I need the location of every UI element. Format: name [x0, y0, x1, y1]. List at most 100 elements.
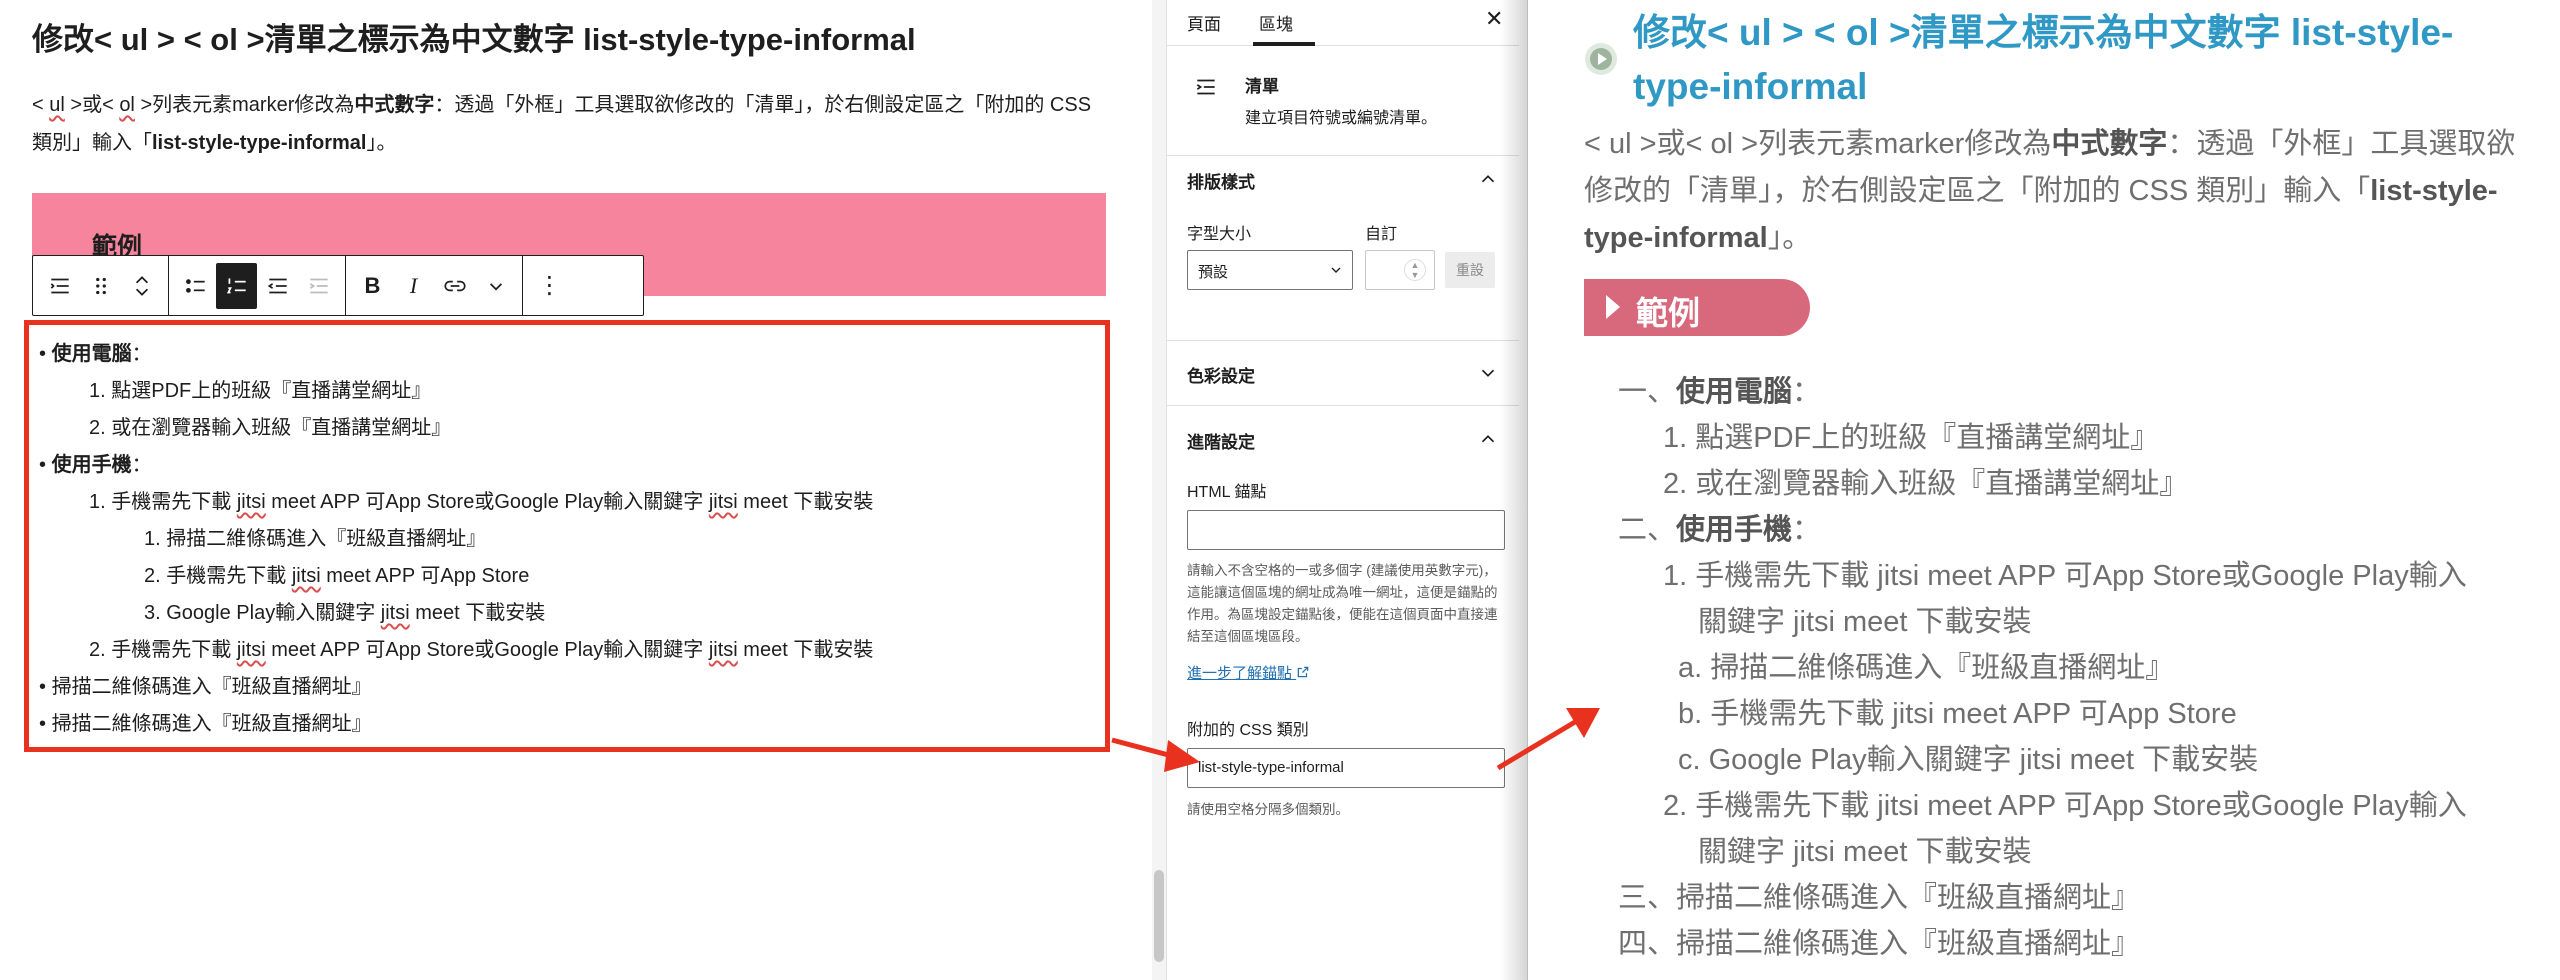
toolbar-group-block	[33, 256, 169, 315]
list-item-text: ：	[1792, 514, 1822, 546]
list-marker: 1.	[89, 491, 106, 513]
list-item-text: 手機需先下載	[111, 491, 237, 513]
list-item[interactable]: 1. 手機需先下載 jitsi meet APP 可App Store或Goog…	[89, 485, 873, 514]
divider	[1167, 405, 1519, 406]
editor-scrollbar[interactable]	[1152, 0, 1166, 980]
para-bold-1: 中式數字	[354, 94, 435, 116]
list-marker: 四、	[1618, 928, 1677, 960]
divider	[1167, 340, 1519, 341]
settings-sidebar: 頁面 區塊 ✕ 清單 建立項目符號或編號清單。 排版樣式 字型大小 自訂 預設 …	[1166, 0, 1519, 980]
list-item[interactable]: • 掃描二維條碼進入『班級直播網址』	[39, 670, 372, 699]
preview-para-bold: 中式數字	[2051, 128, 2168, 160]
indent-icon[interactable]	[298, 263, 339, 309]
list-item[interactable]: • 掃描二維條碼進入『班級直播網址』	[39, 707, 372, 736]
list-item[interactable]: • 使用電腦：	[39, 337, 152, 366]
list-item-text: 手機需先下載	[166, 565, 292, 587]
selected-list-highlight[interactable]: • 使用電腦： 1. 點選PDF上的班級『直播講堂網址』 2. 或在瀏覽器輸入班…	[24, 320, 1110, 752]
para-text-5: 」。	[366, 132, 397, 154]
preview-list-item: 二、使用手機：	[1618, 506, 1821, 548]
list-item-word: jitsi	[380, 602, 410, 624]
preview-para-text: 」。	[1767, 222, 1812, 254]
list-marker: 2.	[144, 565, 161, 587]
block-toolbar: B I ⋮	[32, 255, 644, 316]
para-text-2: >或<	[64, 94, 120, 116]
reset-button[interactable]: 重設	[1445, 252, 1495, 288]
para-text-1: <	[32, 94, 50, 116]
list-item-text: meet APP 可App Store	[320, 565, 530, 587]
link-icon[interactable]	[434, 263, 475, 309]
toolbar-group-options: ⋮	[523, 256, 576, 315]
list-item[interactable]: • 使用手機：	[39, 448, 152, 477]
list-marker: •	[39, 454, 47, 476]
preview-title: 修改< ul > < ol >清單之標示為中文數字 list-style-typ…	[1633, 12, 2454, 107]
preview-list-item: 1. 手機需先下載 jitsi meet APP 可App Store或Goog…	[1663, 552, 2467, 594]
chevron-down-icon[interactable]	[1477, 362, 1499, 384]
block-card: 清單 建立項目符號或編號清單。	[1167, 46, 1519, 156]
list-marker: 2.	[89, 639, 106, 661]
list-marker: 3.	[144, 602, 161, 624]
list-item-word: jitsi	[236, 639, 266, 661]
example-badge: 範例	[1584, 279, 1810, 336]
spinner-icon[interactable]: ▲ ▼	[1404, 259, 1426, 281]
list-item[interactable]: 2. 或在瀏覽器輸入班級『直播講堂網址』	[89, 411, 451, 440]
list-item-text: 手機需先下載 jitsi meet APP 可App Store或Google …	[1695, 560, 2467, 592]
post-title[interactable]: 修改< ul > < ol >清單之標示為中文數字 list-style-typ…	[32, 14, 916, 59]
custom-size-input[interactable]: ▲ ▼	[1365, 250, 1435, 290]
play-circle-icon	[1585, 43, 1617, 75]
preview-list-item: 1. 點選PDF上的班級『直播講堂網址』	[1663, 414, 2159, 456]
panel-shadow	[1500, 0, 1530, 980]
italic-button[interactable]: I	[393, 263, 434, 309]
scrollbar-thumb[interactable]	[1154, 870, 1164, 962]
list-item[interactable]: 3. Google Play輸入關鍵字 jitsi meet 下載安裝	[144, 596, 545, 625]
options-button[interactable]: ⋮	[529, 263, 570, 309]
tab-page[interactable]: 頁面	[1187, 10, 1221, 35]
advanced-panel-heading[interactable]: 進階設定	[1187, 428, 1255, 453]
bold-button[interactable]: B	[352, 263, 393, 309]
preview-list-item: 一、使用電腦：	[1618, 368, 1821, 410]
css-class-help: 請使用空格分隔多個類別。	[1187, 802, 1349, 817]
list-marker: 2.	[1663, 790, 1688, 822]
chevron-up-icon[interactable]	[1477, 428, 1499, 450]
drag-handle-icon[interactable]	[80, 263, 121, 309]
typography-panel-heading[interactable]: 排版樣式	[1187, 168, 1255, 193]
list-marker: b.	[1678, 698, 1703, 730]
move-up-down-icon[interactable]	[121, 263, 162, 309]
block-card-title: 清單	[1245, 77, 1279, 96]
list-item-text: 點選PDF上的班級『直播講堂網址』	[1695, 422, 2160, 454]
chevron-up-icon[interactable]	[1477, 168, 1499, 190]
list-marker: 二、	[1618, 514, 1677, 546]
list-item[interactable]: 2. 手機需先下載 jitsi meet APP 可App Store或Goog…	[89, 633, 873, 662]
toolbar-group-list	[169, 256, 346, 315]
intro-paragraph[interactable]: < ul >或< ol >列表元素marker修改為中式數字：透過「外框」工具選…	[32, 86, 1112, 162]
list-item[interactable]: 1. 掃描二維條碼進入『班級直播網址』	[144, 522, 486, 551]
chevron-down-icon[interactable]	[475, 263, 516, 309]
custom-size-label: 自訂	[1365, 226, 1398, 243]
list-marker: •	[39, 343, 47, 365]
outdent-icon[interactable]	[257, 263, 298, 309]
list-item[interactable]: 2. 手機需先下載 jitsi meet APP 可App Store	[144, 559, 529, 588]
list-view-icon[interactable]	[39, 263, 80, 309]
para-ol: ol	[119, 94, 135, 116]
unordered-list-icon[interactable]	[175, 263, 216, 309]
list-marker: •	[39, 713, 47, 735]
frontend-preview: 修改< ul > < ol >清單之標示為中文數字 list-style-typ…	[1527, 0, 2560, 980]
list-marker: 1.	[144, 528, 161, 550]
preview-list-item-continued: 關鍵字 jitsi meet 下載安裝	[1698, 598, 2032, 640]
tab-block[interactable]: 區塊	[1259, 10, 1293, 35]
block-card-description: 建立項目符號或編號清單。	[1245, 110, 1438, 127]
color-panel-heading[interactable]: 色彩設定	[1187, 362, 1255, 387]
list-item-text: meet 下載安裝	[737, 491, 874, 513]
list-item-text: meet 下載安裝	[737, 639, 874, 661]
list-item-text: 手機需先下載 jitsi meet APP 可App Store或Google …	[1695, 790, 2467, 822]
html-anchor-input[interactable]	[1187, 510, 1505, 550]
font-size-select[interactable]: 預設	[1187, 250, 1353, 290]
list-item-text: ：	[1792, 376, 1822, 408]
learn-more-link[interactable]: 進一步了解錨點	[1187, 662, 1310, 683]
font-size-value: 預設	[1198, 264, 1229, 281]
ordered-list-icon[interactable]	[216, 262, 257, 309]
list-item[interactable]: 1. 點選PDF上的班級『直播講堂網址』	[89, 374, 431, 403]
list-item-text: 關鍵字 jitsi meet 下載安裝	[1698, 606, 2032, 638]
css-class-input[interactable]: list-style-type-informal	[1187, 748, 1505, 788]
chevron-down-icon	[1331, 267, 1341, 273]
css-class-label: 附加的 CSS 類別	[1187, 722, 1309, 739]
